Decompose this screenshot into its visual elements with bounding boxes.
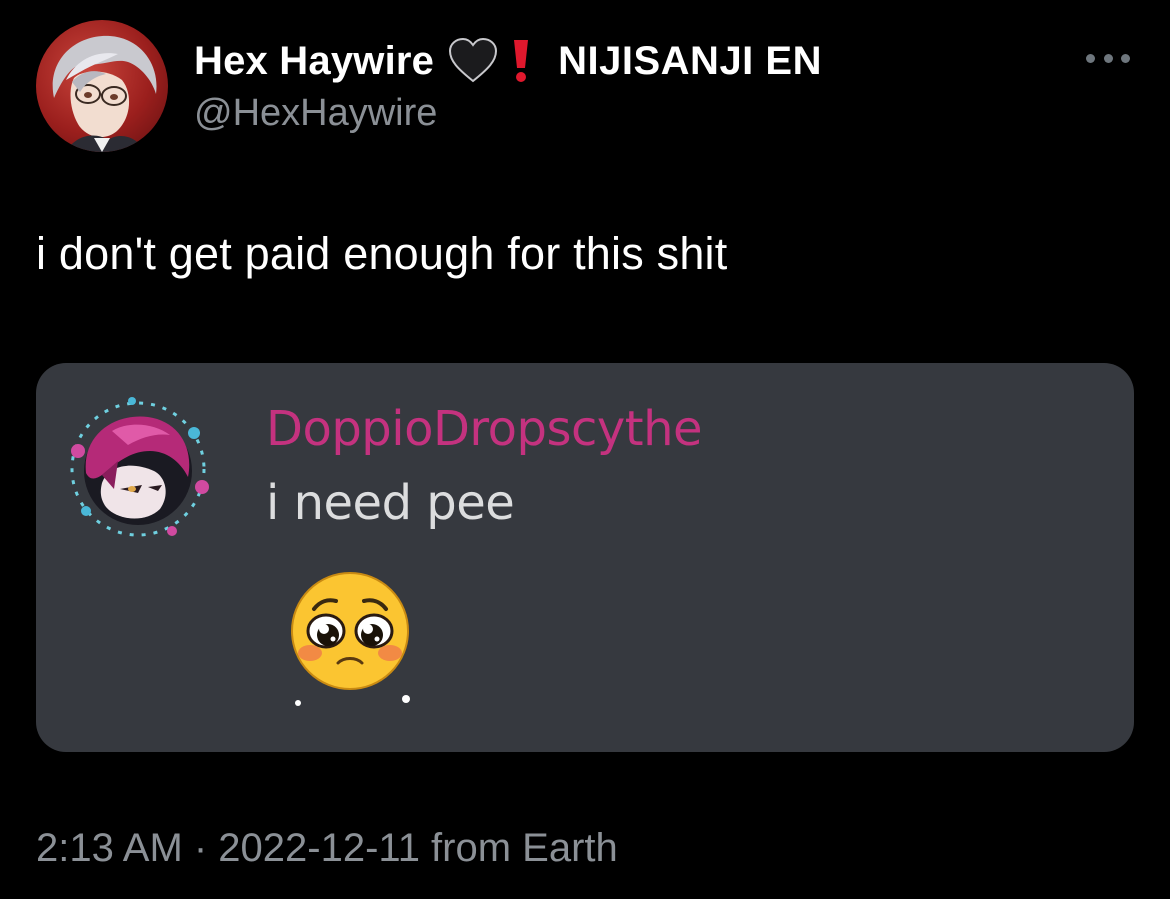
author-handle[interactable]: @HexHaywire — [194, 92, 437, 135]
tweet-header: Hex Haywire NIJISANJI EN @HexHaywire — [36, 20, 1134, 156]
discord-message-text: i need pee — [266, 475, 515, 531]
author-affiliation: NIJISANJI EN — [558, 38, 822, 83]
author-avatar[interactable] — [36, 20, 168, 152]
more-dot — [1103, 53, 1113, 63]
pleading-face-emoji — [284, 569, 424, 709]
tweet-timestamp[interactable]: 2:13 AM · 2022-12-11 from Earth — [36, 826, 618, 871]
tweet-media-screenshot[interactable]: DoppioDropscythe i need pee — [36, 363, 1134, 752]
more-horizontal-icon[interactable] — [1086, 48, 1130, 68]
tweet-text: i don't get paid enough for this shit — [36, 228, 728, 279]
discord-username: DoppioDropscythe — [266, 401, 703, 457]
author-display-name[interactable]: Hex Haywire — [194, 39, 434, 84]
discord-user-avatar — [62, 391, 214, 543]
author-name-row: Hex Haywire NIJISANJI EN — [194, 36, 822, 86]
red-exclamation-icon — [510, 38, 532, 84]
more-dot — [1086, 53, 1095, 63]
more-dot — [1121, 53, 1130, 63]
black-heart-icon — [448, 37, 498, 85]
